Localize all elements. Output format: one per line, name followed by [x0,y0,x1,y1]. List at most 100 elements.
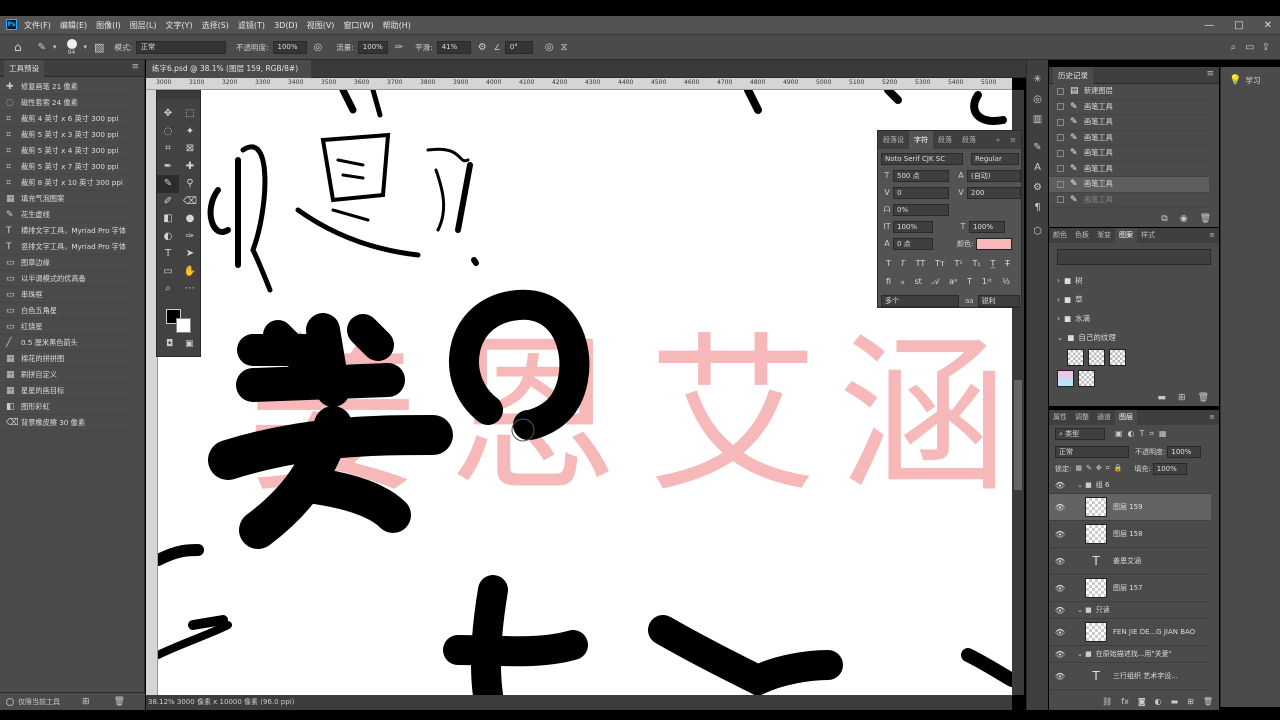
layer-name[interactable]: 在原始描述找...用"关爱" [1096,649,1172,659]
history-item[interactable]: ✎ 画笔工具 [1049,131,1209,146]
history-item[interactable]: ✎ 画笔工具 [1049,162,1209,177]
menu-select[interactable]: 选择(S) [202,20,229,31]
move-tool-icon[interactable]: ✥ [157,105,179,123]
adjustment-layer-icon[interactable]: ◐ [1155,697,1162,706]
layer-row[interactable]: 👁 图层 159 [1049,494,1211,521]
panel-menu-icon[interactable]: ≡ [1206,69,1214,79]
layer-opacity-input[interactable]: 100% [1167,445,1202,458]
ligature-icon[interactable]: fi [886,277,891,286]
pattern-thumb[interactable] [1067,349,1084,366]
marquee-tool-icon[interactable]: ⬚ [179,105,201,123]
tsume-input[interactable]: 0% [893,203,949,216]
frame-tool-icon[interactable]: ⊠ [179,140,201,158]
brush-tool-icon[interactable]: ✎ [157,175,179,193]
kerning-input[interactable]: 0 [893,186,949,199]
tool-preset-item[interactable]: T 横排文字工具，Myriad Pro 字体 [0,223,132,239]
panel-menu-icon[interactable]: ≡ [1205,410,1219,425]
alternate-icon[interactable]: ℴ [901,277,905,286]
history-brush-source-checkbox[interactable] [1057,180,1064,188]
font-size-input[interactable]: 500 点 [893,169,949,182]
paragraph-icon[interactable]: ¶ [1027,198,1048,218]
layer-group-row[interactable]: 👁 ⌄ ■ 只读 [1049,602,1211,619]
history-item[interactable]: ✎ 画笔工具 [1049,115,1209,131]
subscript-icon[interactable]: T₁ [972,259,980,268]
character-panel-icon[interactable]: A [1027,158,1048,178]
history-item[interactable]: ▤ 新建图层 [1049,84,1209,100]
faux-italic-icon[interactable]: 𝑇 [901,259,906,269]
layer-row[interactable]: 👁 T 三行组织 艺术字设... [1049,663,1211,690]
fraction-icon[interactable]: ½ [1002,277,1010,286]
font-style-select[interactable]: Regular [971,152,1019,165]
eye-icon[interactable]: 👁 [1053,584,1067,593]
layer-name[interactable]: FEN JIE DE...G JIAN BAO [1113,628,1195,636]
history-brush-source-checkbox[interactable] [1057,165,1064,173]
tab-layers[interactable]: 图层 [1115,410,1137,425]
tracking-input[interactable]: 200 [967,186,1021,199]
history-item[interactable]: ✎ 画笔工具 [1049,146,1209,162]
history-tab[interactable]: 历史记录 [1053,67,1093,84]
workspace-icon[interactable]: ▭ [1245,42,1254,53]
tool-preset-item[interactable]: ⌗ 裁剪 5 英寸 x 7 英寸 300 ppi [0,159,132,175]
menu-help[interactable]: 帮助(H) [383,20,411,31]
history-brush-source-checkbox[interactable] [1057,118,1064,126]
folder-water[interactable]: › ■ 水滴 [1049,309,1219,328]
navigator-icon[interactable]: ✳ [1027,70,1048,90]
tool-presets-tab[interactable]: 工具预设 [4,60,44,77]
layer-name[interactable]: 三行组织 艺术字设... [1113,671,1178,681]
history-brush-source-checkbox[interactable] [1057,103,1064,111]
menu-edit[interactable]: 编辑(E) [60,20,87,31]
shape-tool-icon[interactable]: ▭ [157,263,179,281]
superscript-icon[interactable]: T¹ [955,259,963,268]
panel-menu-icon[interactable]: ≡ [131,62,139,72]
symmetry-icon[interactable]: ⧖ [561,42,568,53]
tab-paragraph-2[interactable]: 段落 [957,135,981,145]
leading-input[interactable]: (自动) [967,169,1021,182]
eye-icon[interactable]: 👁 [1053,557,1067,566]
horizontal-scale-input[interactable]: 100% [969,220,1005,233]
menu-filter[interactable]: 滤镜(T) [238,20,265,31]
tool-preset-item[interactable]: ◧ 图形彩虹 [0,399,132,415]
mode-select[interactable]: 正常 [135,40,226,54]
tool-preset-item[interactable]: ✚ 修复画笔 21 像素 [0,79,132,95]
fx-icon[interactable]: fx [1121,697,1129,706]
chevron-down-icon[interactable]: ▾ [53,43,57,51]
pattern-thumb[interactable] [1057,370,1074,387]
panel-menu-icon[interactable]: ≡ [1205,228,1219,243]
tool-preset-item[interactable]: ▭ 红烧星 [0,319,132,335]
new-preset-icon[interactable]: ⊞ [82,697,90,707]
tab-patterns[interactable]: 图案 [1115,228,1137,243]
brush-preset-picker[interactable]: 94 [66,38,77,56]
search-icon[interactable]: ⌕ [1231,42,1237,53]
layer-filter-select[interactable]: ⌕ 类型 [1055,428,1105,440]
panel-menu-icon[interactable]: ≡ [1005,136,1021,144]
tool-preset-item[interactable]: ▭ 图章边缘 [0,255,132,271]
layer-group-row[interactable]: 👁 ⌄ ■ 在原始描述找...用"关爱" [1049,646,1211,663]
link-icon[interactable]: ⛓ [1102,697,1112,706]
layer-name[interactable]: 姜恩艾涵 [1113,556,1141,566]
tool-preset-item[interactable]: ▦ 填充气泡图案 [0,191,132,207]
tab-paragraph-styles[interactable]: 段落设 [878,135,909,145]
underline-icon[interactable]: T̲ [990,259,995,268]
swash-icon[interactable]: 𝒜 [932,277,940,287]
screen-mode-icon[interactable]: ▣ [185,339,194,349]
tool-preset-item[interactable]: ⌫ 背景橡皮擦 30 像素 [0,415,132,431]
mask-icon[interactable]: ◙ [1138,697,1146,706]
trash-icon[interactable]: 🗑 [114,697,125,707]
history-brush-tool-icon[interactable]: ✐ [157,193,179,211]
tab-gradients[interactable]: 渐变 [1093,228,1115,243]
tool-preset-item[interactable]: ◌ 磁性套索 24 像素 [0,95,132,111]
hand-tool-icon[interactable]: ✋ [179,263,201,281]
layer-name[interactable]: 组 6 [1096,480,1110,490]
tool-preset-item[interactable]: ▭ 以半调模式的优高备 [0,271,132,287]
antialias-select[interactable]: 锐利 [977,294,1020,307]
filter-icons[interactable]: ▣◐T⌗▦ [1115,429,1172,439]
tool-preset-item[interactable]: ╱ 0.5 厘米黑色箭头 [0,335,132,351]
3d-icon[interactable]: ⬡ [1027,222,1048,242]
language-select[interactable]: 多个 [881,294,959,307]
angle-input[interactable]: 0° [504,40,533,54]
airbrush-icon[interactable]: ✑ [395,42,403,53]
more-tools-icon[interactable]: ⋯ [179,280,201,298]
maximize-button[interactable]: □ [1234,20,1243,31]
document-tab[interactable]: 练字6.psd @ 38.1% (图层 159, RGB/8#) *× [146,60,311,91]
layer-name[interactable]: 图层 157 [1113,583,1143,593]
